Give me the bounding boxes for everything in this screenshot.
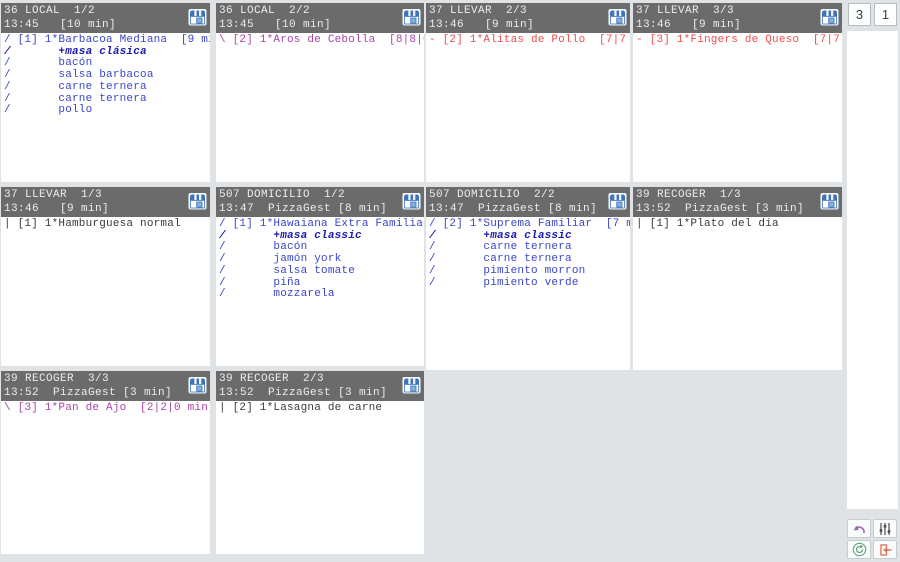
exit-icon xyxy=(878,543,893,557)
store-icon[interactable] xyxy=(608,9,627,26)
ticket-time-info: 13:47 PizzaGest [8 min] xyxy=(219,202,424,216)
ticket-time-info: 13:52 PizzaGest [3 min] xyxy=(4,386,210,400)
order-item-line[interactable]: / [1] 1*Hawaiana Extra Familiar xyxy=(219,219,424,231)
ticket-time-info: 13:47 PizzaGest [8 min] xyxy=(429,202,630,216)
refresh-button[interactable] xyxy=(847,540,871,559)
ticket-body: / [1] 1*Hawaiana Extra Familiar/ +masa c… xyxy=(216,217,424,366)
store-icon[interactable] xyxy=(820,9,839,26)
order-item-line[interactable]: / pollo xyxy=(4,105,210,117)
order-item-line[interactable]: \ [3] 1*Pan de Ajo [2|2|0 min] xyxy=(4,403,210,415)
order-item-line[interactable]: / salsa tomate xyxy=(219,266,424,278)
ticket-title: 39 RECOGER 3/3 xyxy=(4,372,210,386)
order-ticket[interactable]: 39 RECOGER 2/313:52 PizzaGest [3 min] | [… xyxy=(216,371,424,554)
store-icon[interactable] xyxy=(188,9,207,26)
ticket-header: 507 DOMICILIO 2/213:47 PizzaGest [8 min] xyxy=(426,187,630,217)
ticket-title: 507 DOMICILIO 1/2 xyxy=(219,188,424,202)
pager-button-1[interactable]: 1 xyxy=(874,3,897,26)
store-icon[interactable] xyxy=(188,377,207,394)
ticket-body: | [1] 1*Hamburguesa normal xyxy=(1,217,210,366)
order-item-line[interactable]: \ [2] 1*Aros de Cebolla [8|8|0 xyxy=(219,35,424,47)
order-item-line[interactable]: / pimiento morron xyxy=(429,266,630,278)
orders-board: 36 LOCAL 1/213:45 [10 min]/ [1] 1*Barbac… xyxy=(0,0,845,562)
order-ticket[interactable]: 37 LLEVAR 1/313:46 [9 min] | [1] 1*Hambur… xyxy=(1,187,210,366)
store-icon[interactable] xyxy=(820,193,839,210)
pager-button-3[interactable]: 3 xyxy=(848,3,871,26)
undo-button[interactable] xyxy=(847,519,871,538)
ticket-title: 507 DOMICILIO 2/2 xyxy=(429,188,630,202)
ticket-header: 39 RECOGER 2/313:52 PizzaGest [3 min] xyxy=(216,371,424,401)
store-icon[interactable] xyxy=(402,9,421,26)
order-ticket[interactable]: 39 RECOGER 1/313:52 PizzaGest [3 min] | [… xyxy=(633,187,842,370)
refresh-icon xyxy=(852,542,867,557)
ticket-header: 36 LOCAL 2/213:45 [10 min] xyxy=(216,3,424,33)
order-item-line[interactable]: | [2] 1*Lasagna de carne xyxy=(219,403,424,415)
ticket-body: / [2] 1*Suprema Familiar [7 min/ +masa c… xyxy=(426,217,630,370)
store-icon[interactable] xyxy=(608,193,627,210)
ticket-title: 36 LOCAL 1/2 xyxy=(4,4,210,18)
ticket-title: 37 LLEVAR 3/3 xyxy=(636,4,842,18)
order-ticket[interactable]: 507 DOMICILIO 1/213:47 PizzaGest [8 min]… xyxy=(216,187,424,366)
ticket-time-info: 13:52 PizzaGest [3 min] xyxy=(219,386,424,400)
ticket-header: 37 LLEVAR 2/313:46 [9 min] xyxy=(426,3,630,33)
order-item-line[interactable]: / [2] 1*Suprema Familiar [7 min xyxy=(429,219,630,231)
order-item-line[interactable]: - [2] 1*Alitas de Pollo [7|7 mi xyxy=(429,35,630,47)
order-item-line[interactable]: | [1] 1*Plato del día xyxy=(636,219,842,231)
order-ticket[interactable]: 36 LOCAL 2/213:45 [10 min] \ [2] 1*Aros d… xyxy=(216,3,424,182)
order-item-line[interactable]: / mozzarela xyxy=(219,289,424,301)
ticket-time-info: 13:52 PizzaGest [3 min] xyxy=(636,202,842,216)
undo-icon xyxy=(851,522,867,536)
order-ticket[interactable]: 39 RECOGER 3/313:52 PizzaGest [3 min] \ [… xyxy=(1,371,210,554)
pager: 3 1 xyxy=(848,3,897,26)
ticket-time-info: 13:46 [9 min] xyxy=(429,18,630,32)
ticket-time-info: 13:45 [10 min] xyxy=(4,18,210,32)
order-ticket[interactable]: 507 DOMICILIO 2/213:47 PizzaGest [8 min]… xyxy=(426,187,630,370)
order-item-line[interactable]: - [3] 1*Fingers de Queso [7|7 m xyxy=(636,35,842,47)
ticket-body: | [1] 1*Plato del día xyxy=(633,217,842,370)
ticket-title: 39 RECOGER 2/3 xyxy=(219,372,424,386)
ticket-time-info: 13:45 [10 min] xyxy=(219,18,424,32)
order-ticket[interactable]: 37 LLEVAR 2/313:46 [9 min] - [2] 1*Alitas… xyxy=(426,3,630,182)
exit-button[interactable] xyxy=(873,540,897,559)
ticket-body: | [2] 1*Lasagna de carne xyxy=(216,401,424,554)
sliders-button[interactable] xyxy=(873,519,897,538)
ticket-header: 39 RECOGER 1/313:52 PizzaGest [3 min] xyxy=(633,187,842,217)
ticket-body: - [3] 1*Fingers de Queso [7|7 m xyxy=(633,33,842,182)
order-item-line[interactable]: / [1] 1*Barbacoa Mediana [9 min xyxy=(4,35,210,47)
ticket-title: 39 RECOGER 1/3 xyxy=(636,188,842,202)
order-ticket[interactable]: 37 LLEVAR 3/313:46 [9 min] - [3] 1*Finger… xyxy=(633,3,842,182)
ticket-header: 507 DOMICILIO 1/213:47 PizzaGest [8 min] xyxy=(216,187,424,217)
ticket-header: 37 LLEVAR 1/313:46 [9 min] xyxy=(1,187,210,217)
ticket-body: \ [3] 1*Pan de Ajo [2|2|0 min] xyxy=(1,401,210,554)
ticket-time-info: 13:46 [9 min] xyxy=(636,18,842,32)
order-item-line[interactable]: / pimiento verde xyxy=(429,278,630,290)
order-ticket[interactable]: 36 LOCAL 1/213:45 [10 min]/ [1] 1*Barbac… xyxy=(1,3,210,182)
ticket-header: 39 RECOGER 3/313:52 PizzaGest [3 min] xyxy=(1,371,210,401)
store-icon[interactable] xyxy=(402,377,421,394)
store-icon[interactable] xyxy=(402,193,421,210)
ticket-title: 37 LLEVAR 1/3 xyxy=(4,188,210,202)
sidebar: 3 1 xyxy=(845,0,900,562)
order-item-line[interactable]: | [1] 1*Hamburguesa normal xyxy=(4,219,210,231)
action-buttons xyxy=(847,519,897,559)
ticket-header: 36 LOCAL 1/213:45 [10 min] xyxy=(1,3,210,33)
ticket-title: 36 LOCAL 2/2 xyxy=(219,4,424,18)
sliders-icon xyxy=(878,522,892,536)
ticket-time-info: 13:46 [9 min] xyxy=(4,202,210,216)
ticket-body: - [2] 1*Alitas de Pollo [7|7 mi xyxy=(426,33,630,182)
store-icon[interactable] xyxy=(188,193,207,210)
ticket-title: 37 LLEVAR 2/3 xyxy=(429,4,630,18)
ticket-body: \ [2] 1*Aros de Cebolla [8|8|0 xyxy=(216,33,424,182)
side-list-panel xyxy=(847,31,898,509)
ticket-body: / [1] 1*Barbacoa Mediana [9 min/ +masa c… xyxy=(1,33,210,182)
order-item-line[interactable]: / carne ternera xyxy=(4,82,210,94)
ticket-header: 37 LLEVAR 3/313:46 [9 min] xyxy=(633,3,842,33)
